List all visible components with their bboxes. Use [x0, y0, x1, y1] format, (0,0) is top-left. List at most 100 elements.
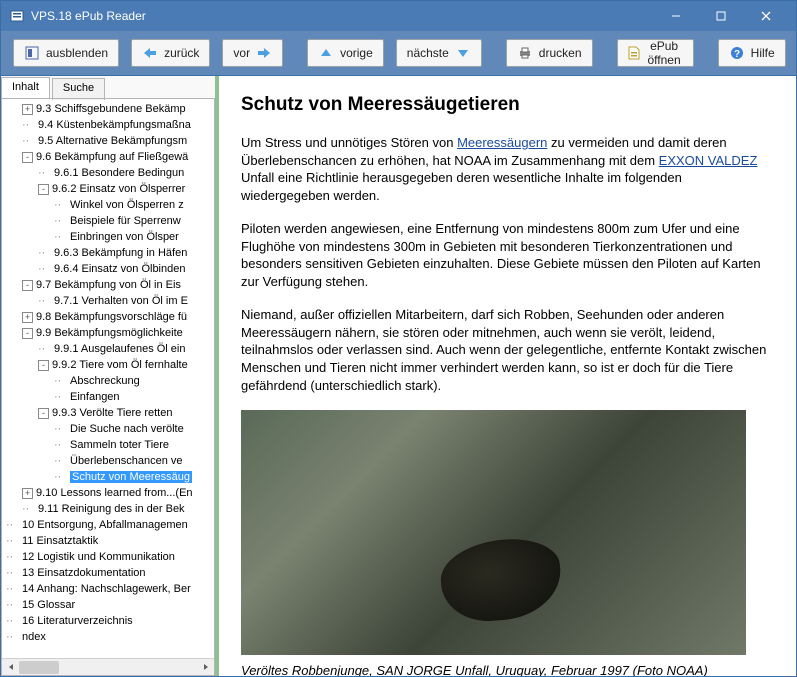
titlebar[interactable]: VPS.18 ePub Reader: [1, 1, 796, 31]
tree-leaf-icon: ··: [54, 469, 67, 485]
tree-item[interactable]: -9.6 Bekämpfung auf Fließgewä: [2, 149, 214, 165]
tree-item-label: 9.4 Küstenbekämpfungsmaßna: [38, 119, 191, 131]
tree-item[interactable]: ··9.6.3 Bekämpfung in Häfen: [2, 245, 214, 261]
hide-button[interactable]: ausblenden: [13, 39, 119, 67]
minimize-button[interactable]: [653, 1, 698, 31]
tree-item[interactable]: -9.6.2 Einsatz von Ölsperrer: [2, 181, 214, 197]
tree-leaf-icon: ··: [54, 373, 67, 389]
tree-leaf-icon: ··: [54, 229, 67, 245]
forward-button[interactable]: vor: [222, 39, 283, 67]
toc-tree[interactable]: +9.3 Schiffsgebundene Bekämp··9.4 Küsten…: [2, 99, 214, 658]
scroll-left-icon[interactable]: [2, 659, 19, 676]
tab-suche[interactable]: Suche: [52, 78, 105, 100]
tree-item[interactable]: -9.7 Bekämpfung von Öl in Eis: [2, 277, 214, 293]
tree-leaf-icon: ··: [54, 421, 67, 437]
paragraph-3: Niemand, außer offiziellen Mitarbeitern,…: [241, 306, 774, 394]
tree-item-label: 10 Entsorgung, Abfallmanagemen: [22, 519, 188, 531]
scroll-track[interactable]: [19, 659, 197, 676]
tree-item[interactable]: ··Sammeln toter Tiere: [2, 437, 214, 453]
prev-button[interactable]: vorige: [307, 39, 384, 67]
tree-item[interactable]: ··Die Suche nach verölte: [2, 421, 214, 437]
tree-toggle-icon[interactable]: +: [22, 104, 33, 115]
tree-item[interactable]: ··Winkel von Ölsperren z: [2, 197, 214, 213]
tree-item-label: 9.7.1 Verhalten von Öl im E: [54, 295, 188, 307]
maximize-button[interactable]: [698, 1, 743, 31]
tree-item-label: 9.9.2 Tiere vom Öl fernhalte: [52, 359, 188, 371]
help-button[interactable]: ? Hilfe: [718, 39, 786, 67]
tree-item[interactable]: ··Überlebenschancen ve: [2, 453, 214, 469]
tree-item[interactable]: ··Einbringen von Ölsper: [2, 229, 214, 245]
tree-leaf-icon: ··: [6, 581, 19, 597]
forward-label: vor: [233, 46, 250, 60]
tree-item[interactable]: +9.10 Lessons learned from...(En: [2, 485, 214, 501]
next-button[interactable]: nächste: [396, 39, 482, 67]
svg-text:?: ?: [734, 49, 740, 60]
open-epub-button[interactable]: ePub öffnen: [617, 39, 694, 67]
close-button[interactable]: [743, 1, 788, 31]
tree-toggle-icon[interactable]: +: [22, 488, 33, 499]
link-meeressaeugern[interactable]: Meeressäugern: [457, 135, 547, 150]
tree-leaf-icon: ··: [38, 341, 51, 357]
tree-toggle-icon[interactable]: +: [22, 312, 33, 323]
tree-item[interactable]: ··9.6.1 Besondere Bedingun: [2, 165, 214, 181]
tree-item[interactable]: ··ndex: [2, 629, 214, 645]
hide-label: ausblenden: [46, 46, 108, 60]
tree-item-label: Einfangen: [70, 391, 120, 403]
toolbar: ausblenden zurück vor vorige nächste dru…: [1, 31, 796, 76]
tree-item[interactable]: +9.3 Schiffsgebundene Bekämp: [2, 101, 214, 117]
tree-item[interactable]: ··14 Anhang: Nachschlagewerk, Ber: [2, 581, 214, 597]
prev-label: vorige: [340, 46, 373, 60]
tree-item[interactable]: ··15 Glossar: [2, 597, 214, 613]
tree-item-label: 14 Anhang: Nachschlagewerk, Ber: [22, 583, 191, 595]
tree-item[interactable]: ··9.5 Alternative Bekämpfungsm: [2, 133, 214, 149]
tree-item[interactable]: ··12 Logistik und Kommunikation: [2, 549, 214, 565]
tree-item[interactable]: ··13 Einsatzdokumentation: [2, 565, 214, 581]
tree-item[interactable]: ··9.4 Küstenbekämpfungsmaßna: [2, 117, 214, 133]
print-button[interactable]: drucken: [506, 39, 593, 67]
tree-leaf-icon: ··: [6, 549, 19, 565]
tree-toggle-icon[interactable]: -: [38, 408, 49, 419]
tree-item[interactable]: +9.8 Bekämpfungsvorschläge fü: [2, 309, 214, 325]
tree-item-label: 9.5 Alternative Bekämpfungsm: [38, 135, 187, 147]
tree-item[interactable]: ··9.7.1 Verhalten von Öl im E: [2, 293, 214, 309]
tree-leaf-icon: ··: [6, 517, 19, 533]
link-exxon-valdez[interactable]: EXXON VALDEZ: [659, 153, 758, 168]
content-pane[interactable]: Schutz von Meeressäugetieren Um Stress u…: [219, 76, 796, 676]
tree-item[interactable]: ··16 Literaturverzeichnis: [2, 613, 214, 629]
tree-item-label: 9.3 Schiffsgebundene Bekämp: [36, 103, 186, 115]
tree-item[interactable]: ··10 Entsorgung, Abfallmanagemen: [2, 517, 214, 533]
tree-item[interactable]: ··9.11 Reinigung des in der Bek: [2, 501, 214, 517]
tree-item[interactable]: ··Beispiele für Sperrenw: [2, 213, 214, 229]
tree-item[interactable]: -9.9.2 Tiere vom Öl fernhalte: [2, 357, 214, 373]
tree-item[interactable]: ··11 Einsatztaktik: [2, 533, 214, 549]
tree-toggle-icon[interactable]: -: [22, 152, 33, 163]
tab-inhalt[interactable]: Inhalt: [1, 77, 50, 99]
help-icon: ?: [729, 45, 745, 61]
tree-leaf-icon: ··: [54, 213, 67, 229]
scroll-right-icon[interactable]: [197, 659, 214, 676]
help-label: Hilfe: [751, 46, 775, 60]
tree-item[interactable]: -9.9.3 Verölte Tiere retten: [2, 405, 214, 421]
figure-caption: Veröltes Robbenjunge, SAN JORGE Unfall, …: [241, 663, 774, 676]
tree-item-label: Die Suche nach verölte: [70, 423, 184, 435]
tree-item[interactable]: ··Einfangen: [2, 389, 214, 405]
scroll-thumb[interactable]: [19, 661, 59, 674]
tree-toggle-icon[interactable]: -: [22, 328, 33, 339]
tree-toggle-icon[interactable]: -: [38, 184, 49, 195]
tree-leaf-icon: ··: [22, 133, 35, 149]
tree-item[interactable]: -9.9 Bekämpfungsmöglichkeite: [2, 325, 214, 341]
back-button[interactable]: zurück: [131, 39, 210, 67]
tree-item[interactable]: ··9.9.1 Ausgelaufenes Öl ein: [2, 341, 214, 357]
tree-item[interactable]: ··Abschreckung: [2, 373, 214, 389]
horizontal-scrollbar[interactable]: [2, 658, 214, 675]
triangle-down-icon: [455, 45, 471, 61]
tree-toggle-icon[interactable]: -: [22, 280, 33, 291]
tree-toggle-icon[interactable]: -: [38, 360, 49, 371]
tree-leaf-icon: ··: [6, 565, 19, 581]
tree-item[interactable]: ··Schutz von Meeressäug: [2, 469, 214, 485]
tree-leaf-icon: ··: [22, 117, 35, 133]
tree-item-label: Einbringen von Ölsper: [70, 231, 179, 243]
tree-item[interactable]: ··9.6.4 Einsatz von Ölbinden: [2, 261, 214, 277]
tree-item-label: 9.6.1 Besondere Bedingun: [54, 167, 184, 179]
tree-item-label: Schutz von Meeressäug: [70, 471, 192, 483]
